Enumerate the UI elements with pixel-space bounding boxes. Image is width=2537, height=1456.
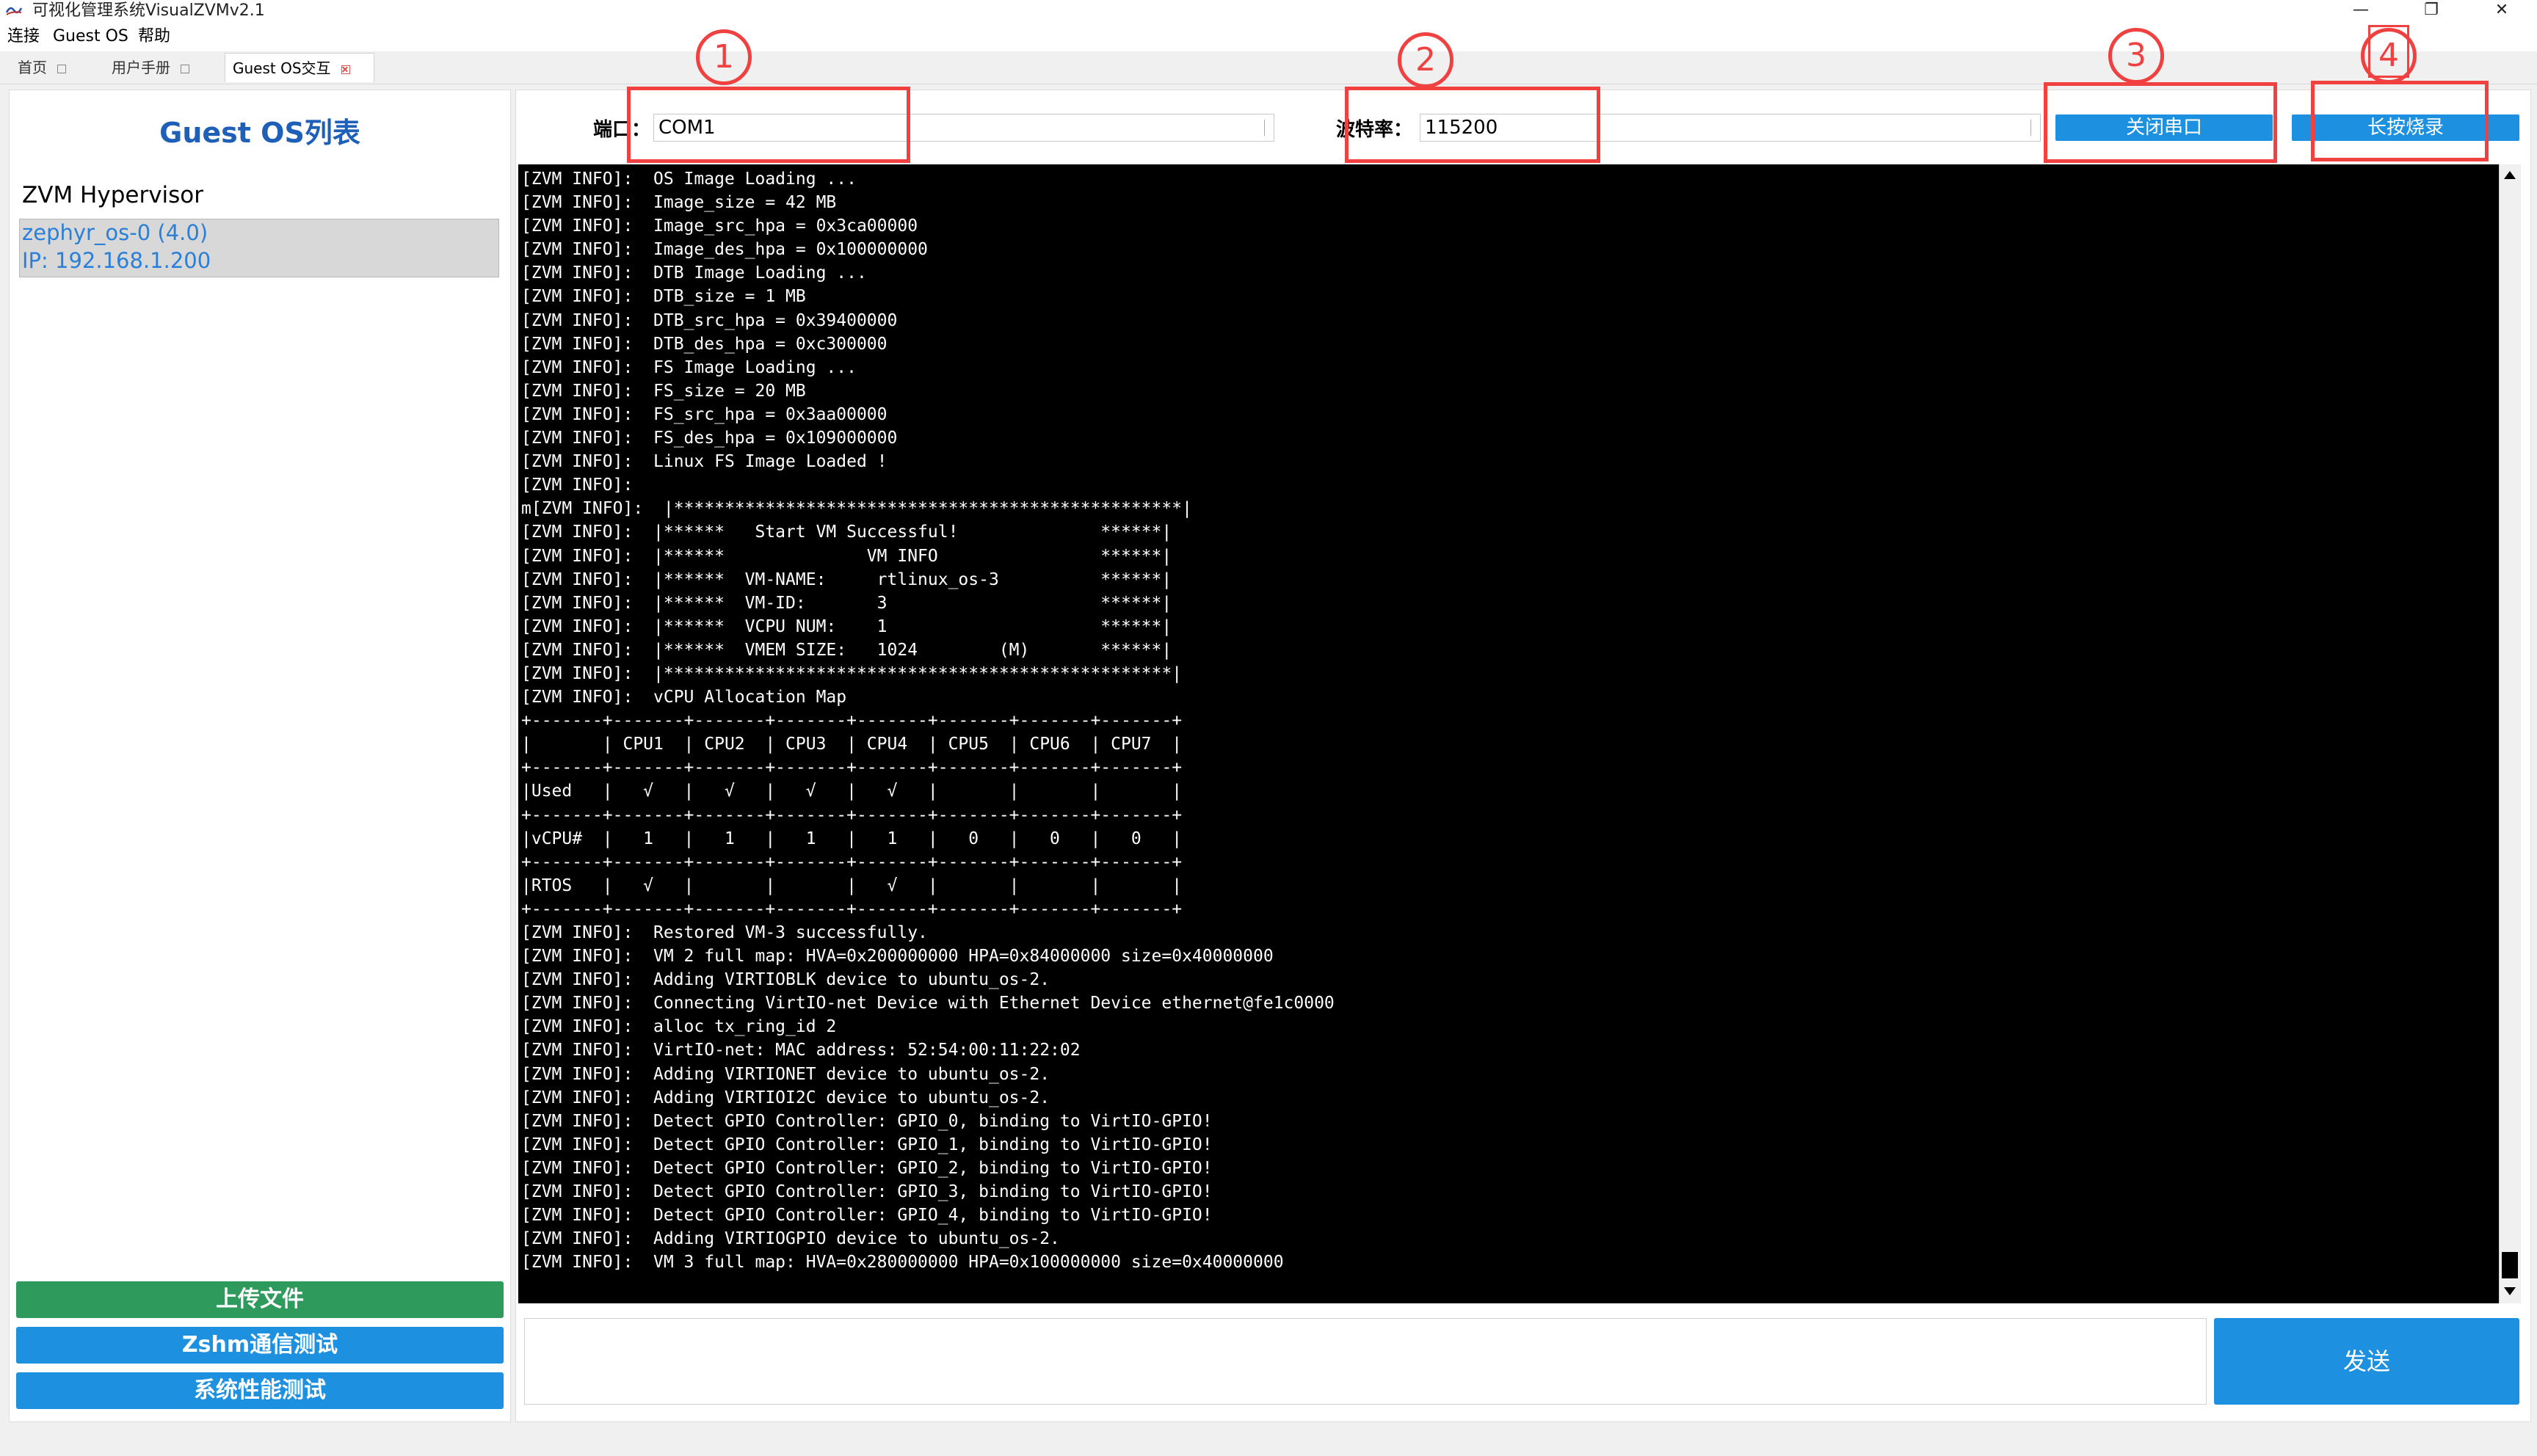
performance-test-button[interactable]: 系统性能测试 — [16, 1372, 504, 1409]
console-line: [ZVM INFO]: FS_size = 20 MB — [521, 381, 806, 401]
console-line: [ZVM INFO]: Image_size = 42 MB — [521, 193, 837, 213]
tab-close-icon[interactable] — [181, 64, 189, 73]
tab-user-manual-label: 用户手册 — [112, 59, 170, 76]
console-line: |Used | √ | √ | √ | √ | | | | — [521, 782, 1183, 801]
baud-dropdown-icon[interactable] — [2030, 120, 2039, 136]
title-bar — [0, 0, 2537, 22]
console-line: [ZVM INFO]: Detect GPIO Controller: GPIO… — [521, 1182, 1213, 1202]
console-line: [ZVM INFO]: alloc tx_ring_id 2 — [521, 1017, 837, 1037]
console-line: [ZVM INFO]: Adding VIRTIOI2C device to u… — [521, 1088, 1050, 1107]
tab-guest-os-interaction-label: Guest OS交互 — [233, 59, 331, 77]
guest-os-list-panel — [9, 90, 511, 1422]
send-button[interactable]: 发送 — [2214, 1318, 2519, 1405]
console-line: [ZVM INFO]: |****** VM-ID: 3 ******| — [521, 593, 1172, 613]
annotation-box-3 — [2044, 82, 2277, 163]
console-line: +-------+-------+-------+-------+-------… — [521, 758, 1183, 778]
console-line: [ZVM INFO]: Image_des_hpa = 0x100000000 — [521, 240, 928, 260]
annotation-box-1 — [627, 87, 910, 163]
annotation-number-4: 4 — [2361, 28, 2417, 84]
console-line: [ZVM INFO]: DTB Image Loading ... — [521, 263, 867, 283]
console-line: [ZVM INFO]: |****** VM-NAME: rtlinux_os-… — [521, 569, 1172, 589]
console-line: |vCPU# | 1 | 1 | 1 | 1 | 0 | 0 | 0 | — [521, 829, 1183, 848]
console-line: | | CPU1 | CPU2 | CPU3 | CPU4 | CPU5 | C… — [521, 735, 1183, 754]
tab-close-icon[interactable] — [57, 64, 66, 73]
console-line: |RTOS | √ | | | √ | | | | — [521, 876, 1183, 895]
send-input[interactable] — [524, 1318, 2207, 1405]
console-line: [ZVM INFO]: VM 2 full map: HVA=0x2000000… — [521, 947, 1274, 967]
console-line: +-------+-------+-------+-------+-------… — [521, 805, 1183, 825]
scroll-down-icon[interactable] — [2500, 1281, 2519, 1300]
serial-console-output[interactable]: [ZVM INFO]: OS Image Loading ... [ZVM IN… — [518, 164, 2499, 1303]
console-line: [ZVM INFO]: VirtIO-net: MAC address: 52:… — [521, 1041, 1081, 1060]
tree-node-name: zephyr_os-0 (4.0) — [22, 220, 208, 245]
console-line: +-------+-------+-------+-------+-------… — [521, 711, 1183, 731]
console-line: [ZVM INFO]: Adding VIRTIONET device to u… — [521, 1064, 1050, 1084]
annotation-number-1: 1 — [696, 29, 752, 85]
restore-button[interactable]: ❐ — [2409, 0, 2453, 22]
console-line: [ZVM INFO]: DTB_size = 1 MB — [521, 287, 806, 307]
tree-root-hypervisor[interactable]: ZVM Hypervisor — [22, 182, 203, 208]
console-line: [ZVM INFO]: Restored VM-3 successfully. — [521, 923, 928, 942]
console-line: [ZVM INFO]: DTB_des_hpa = 0xc300000 — [521, 334, 888, 354]
window-title: 可视化管理系统VisualZVMv2.1 — [32, 1, 265, 20]
console-line: m[ZVM INFO]: |**************************… — [521, 499, 1192, 519]
menu-guest-os[interactable]: Guest OS — [53, 22, 128, 51]
annotation-box-4 — [2311, 81, 2489, 161]
app-logo-icon — [6, 7, 22, 15]
console-line: [ZVM INFO]: — [521, 476, 634, 495]
console-line: [ZVM INFO]: FS Image Loading ... — [521, 357, 857, 377]
annotation-box-2 — [1345, 87, 1600, 163]
console-line: [ZVM INFO]: Connecting VirtIO-net Device… — [521, 994, 1335, 1013]
console-line: [ZVM INFO]: FS_src_hpa = 0x3aa00000 — [521, 404, 888, 424]
console-line: [ZVM INFO]: Detect GPIO Controller: GPIO… — [521, 1158, 1213, 1178]
upload-file-button[interactable]: 上传文件 — [16, 1281, 504, 1318]
console-line: [ZVM INFO]: Adding VIRTIOBLK device to u… — [521, 970, 1050, 990]
tab-home[interactable]: 首页 — [10, 53, 91, 82]
tab-close-icon[interactable] — [341, 65, 350, 74]
console-line: [ZVM INFO]: Adding VIRTIOGPIO device to … — [521, 1229, 1060, 1249]
console-text: [ZVM INFO]: OS Image Loading ... [ZVM IN… — [518, 164, 2499, 1274]
annotation-number-3: 3 — [2108, 28, 2164, 84]
console-line: [ZVM INFO]: Detect GPIO Controller: GPIO… — [521, 1206, 1213, 1226]
minimize-button[interactable]: — — [2339, 0, 2383, 22]
console-line: +-------+-------+-------+-------+-------… — [521, 899, 1183, 919]
console-line: [ZVM INFO]: |***************************… — [521, 663, 1183, 683]
menu-help[interactable]: 帮助 — [138, 22, 170, 51]
console-line: [ZVM INFO]: Detect GPIO Controller: GPIO… — [521, 1111, 1213, 1131]
tree-node-ip: IP: 192.168.1.200 — [22, 248, 211, 273]
port-dropdown-icon[interactable] — [1264, 120, 1272, 136]
close-window-button[interactable]: ✕ — [2480, 0, 2524, 22]
console-line: [ZVM INFO]: VM 3 full map: HVA=0x2800000… — [521, 1253, 1284, 1273]
scroll-thumb[interactable] — [2502, 1252, 2518, 1278]
console-line: [ZVM INFO]: Linux FS Image Loaded ! — [521, 452, 888, 472]
guest-os-list-title: Guest OS列表 — [159, 117, 360, 149]
tab-user-manual[interactable]: 用户手册 — [104, 53, 207, 82]
console-line: [ZVM INFO]: |****** VCPU NUM: 1 ******| — [521, 616, 1172, 636]
annotation-number-2: 2 — [1398, 32, 1453, 88]
tab-home-label: 首页 — [18, 59, 47, 76]
console-line: [ZVM INFO]: vCPU Allocation Map — [521, 688, 847, 707]
console-line: +-------+-------+-------+-------+-------… — [521, 852, 1183, 872]
console-line: [ZVM INFO]: DTB_src_hpa = 0x39400000 — [521, 310, 898, 330]
console-line: [ZVM INFO]: |****** VM INFO ******| — [521, 546, 1172, 566]
console-line: [ZVM INFO]: OS Image Loading ... — [521, 170, 857, 189]
console-line: [ZVM INFO]: |****** Start VM Successful!… — [521, 523, 1172, 542]
console-line: [ZVM INFO]: FS_des_hpa = 0x109000000 — [521, 429, 898, 448]
console-line: [ZVM INFO]: Detect GPIO Controller: GPIO… — [521, 1135, 1213, 1154]
console-scrollbar[interactable] — [2499, 164, 2521, 1303]
scroll-up-icon[interactable] — [2500, 166, 2519, 185]
zshm-test-button[interactable]: Zshm通信测试 — [16, 1327, 504, 1364]
console-line: [ZVM INFO]: |****** VMEM SIZE: 1024 (M) … — [521, 640, 1172, 660]
menu-connect[interactable]: 连接 — [7, 22, 40, 51]
console-line: [ZVM INFO]: Image_src_hpa = 0x3ca00000 — [521, 216, 918, 236]
tab-guest-os-interaction[interactable]: Guest OS交互 — [225, 53, 374, 82]
